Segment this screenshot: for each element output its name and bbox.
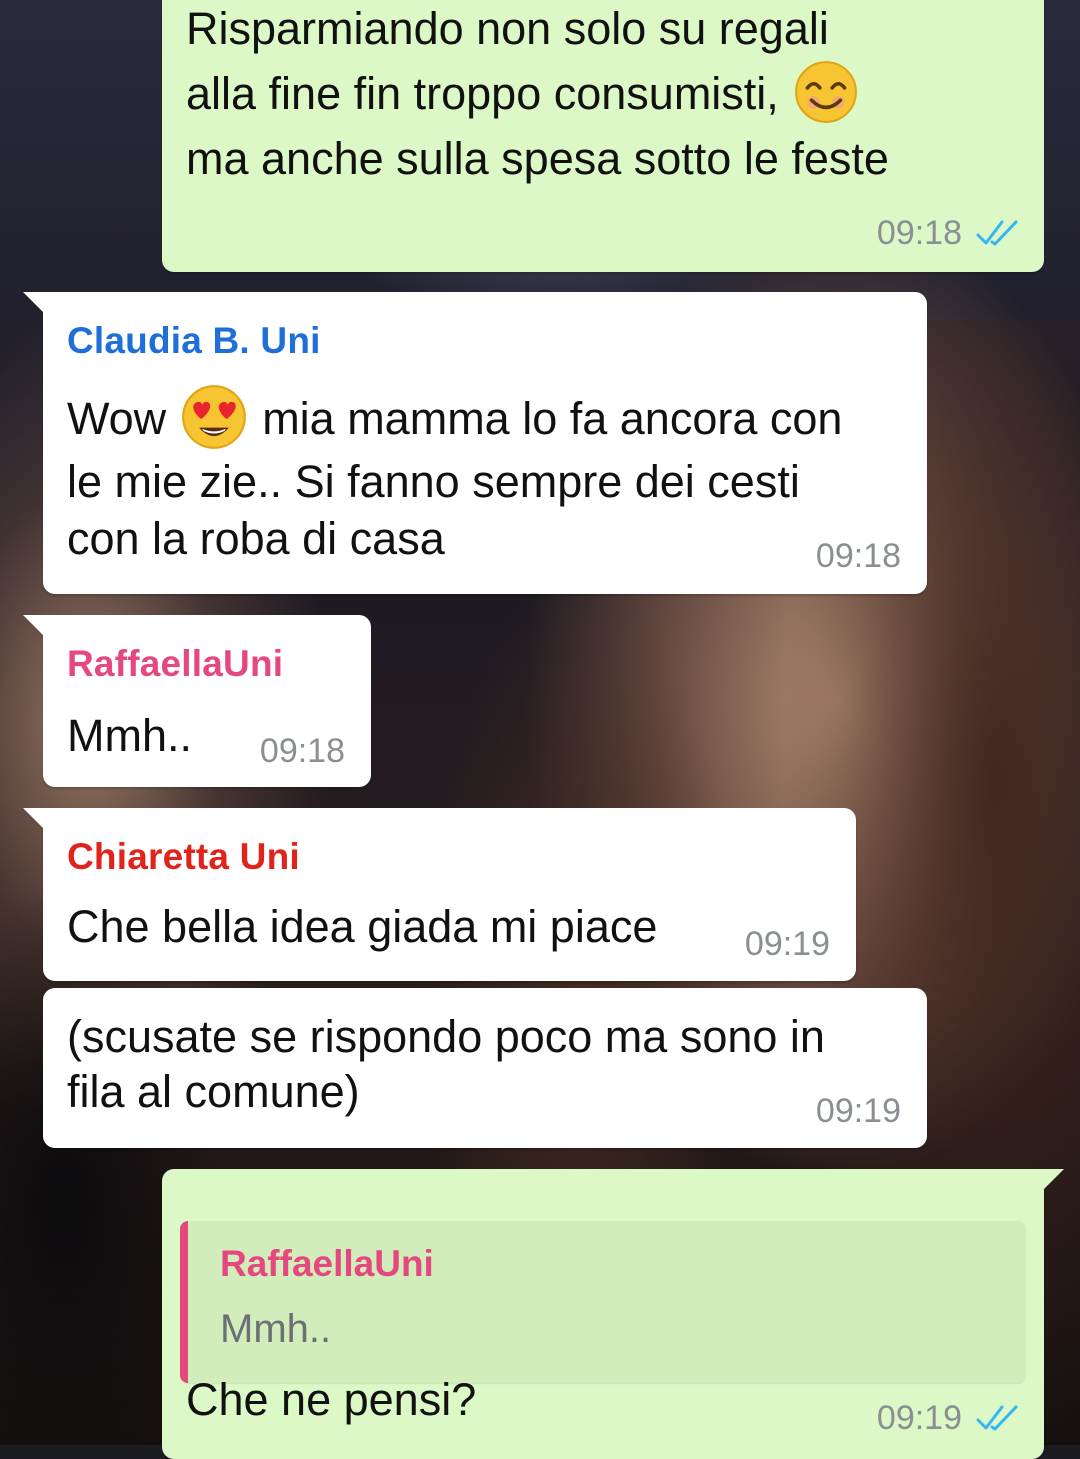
- message-line: Wow mia mamma lo fa ancora con: [67, 385, 843, 451]
- bubble-tail: [23, 292, 45, 314]
- message-bubble-incoming[interactable]: Chiaretta Uni Che bella idea giada mi pi…: [23, 808, 856, 981]
- message-line-text: alla fine fin troppo consumisti,: [186, 68, 779, 119]
- message-line-text: mia mamma lo fa ancora con: [262, 393, 843, 444]
- quoted-text: Mmh..: [220, 1307, 332, 1351]
- sender-name: RaffaellaUni: [67, 643, 284, 684]
- message-line-text: Wow: [67, 393, 167, 444]
- message-timestamp: 09:19: [744, 925, 830, 963]
- read-ticks-icon: [976, 220, 1018, 246]
- heart-eyes-icon: [182, 385, 247, 449]
- message-bubble-outgoing[interactable]: RaffaellaUni Mmh.. Che ne pensi? 09:19: [162, 1169, 1064, 1459]
- bubble-tail: [1042, 1169, 1064, 1191]
- message-bubble-incoming[interactable]: RaffaellaUni Mmh.. 09:18: [23, 615, 371, 787]
- message-timestamp: 09:18: [259, 732, 345, 770]
- message-line: Risparmiando non solo su regali: [186, 3, 829, 54]
- message-bubble-incoming[interactable]: (scusate se rispondo poco ma sono in fil…: [43, 988, 927, 1148]
- read-ticks-icon: [976, 1405, 1018, 1431]
- quoted-sender-name: RaffaellaUni: [220, 1243, 434, 1284]
- message-text: Che ne pensi?: [186, 1374, 477, 1425]
- message-text: Mmh..: [67, 710, 193, 761]
- quote-accent-bar: [180, 1221, 188, 1383]
- message-text: Che bella idea giada mi piace: [67, 901, 658, 952]
- message-timestamp: 09:18: [876, 214, 962, 252]
- message-timestamp: 09:19: [815, 1092, 901, 1130]
- message-line: le mie zie.. Si fanno sempre dei cesti: [67, 456, 800, 507]
- message-bubble-incoming[interactable]: Claudia B. Uni Wow mia mamma lo fa ancor…: [23, 292, 927, 594]
- bubble-tail: [23, 615, 45, 637]
- message-timestamp: 09:18: [815, 537, 901, 575]
- message-line: con la roba di casa: [67, 513, 445, 564]
- message-line: (scusate se rispondo poco ma sono in: [67, 1011, 825, 1062]
- smiling-face-icon: [794, 61, 857, 124]
- message-line: ma anche sulla spesa sotto le feste: [186, 133, 889, 184]
- bubble-tail: [23, 808, 45, 830]
- quoted-message[interactable]: RaffaellaUni Mmh..: [180, 1221, 1026, 1383]
- message-timestamp: 09:19: [876, 1399, 962, 1437]
- message-line: alla fine fin troppo consumisti,: [186, 61, 859, 125]
- sender-name: Claudia B. Uni: [67, 320, 321, 361]
- message-line: fila al comune): [67, 1066, 360, 1117]
- message-bubble-outgoing[interactable]: Risparmiando non solo su regali alla fin…: [162, 0, 1044, 272]
- sender-name: Chiaretta Uni: [67, 836, 300, 877]
